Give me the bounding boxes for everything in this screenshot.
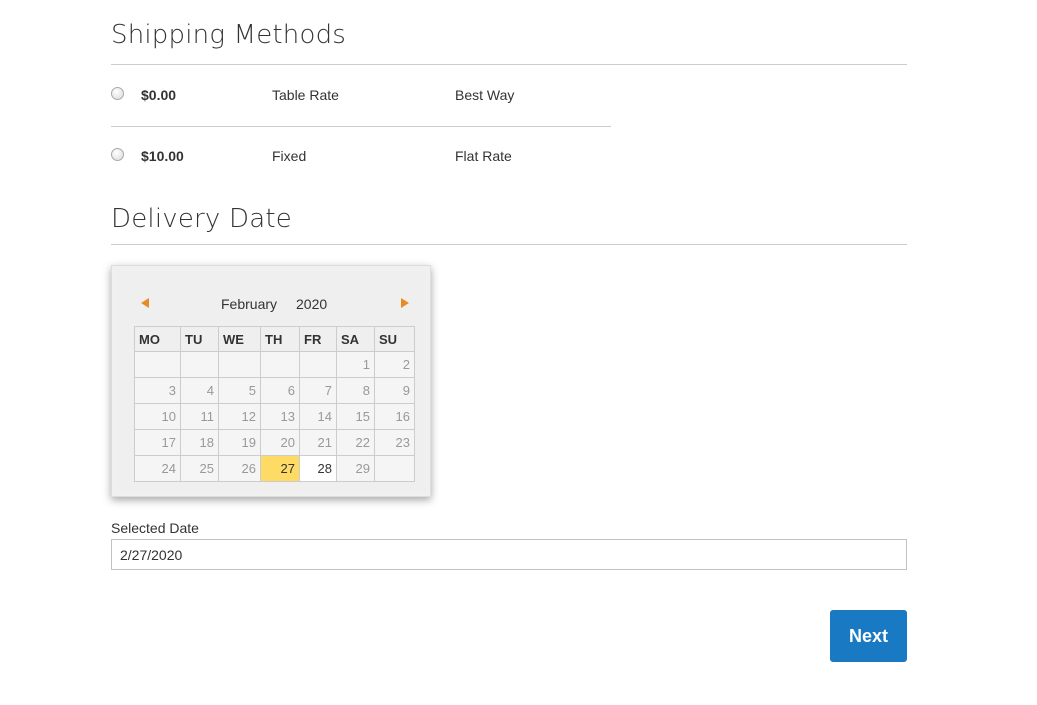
shipping-method-price: $10.00 xyxy=(141,148,184,164)
selected-date-input[interactable] xyxy=(111,539,907,570)
calendar-day: 17 xyxy=(134,429,181,456)
calendar-day: 3 xyxy=(134,377,181,404)
calendar-week-row: 17 18 19 20 21 22 23 xyxy=(134,429,415,456)
calendar-day: 6 xyxy=(260,377,300,404)
calendar-day: 10 xyxy=(134,403,181,430)
calendar-empty-cell xyxy=(180,351,219,378)
calendar-day: 7 xyxy=(299,377,337,404)
calendar-day: 2 xyxy=(374,351,415,378)
weekday-header: SA xyxy=(336,326,375,352)
calendar-month: February xyxy=(221,296,278,312)
shipping-method-name: Table Rate xyxy=(272,87,339,103)
calendar-empty-cell xyxy=(299,351,337,378)
weekday-header: WE xyxy=(218,326,261,352)
calendar-day: 22 xyxy=(336,429,375,456)
calendar-day[interactable]: 28 xyxy=(299,455,337,482)
calendar-day: 15 xyxy=(336,403,375,430)
calendar-empty-cell xyxy=(134,351,181,378)
next-month-arrow-icon[interactable] xyxy=(401,298,409,308)
calendar-empty-cell xyxy=(260,351,300,378)
calendar-week-row: 12 xyxy=(134,351,415,378)
calendar-day: 21 xyxy=(299,429,337,456)
date-picker-calendar: February 2020 MO TU WE TH FR SA SU 12345… xyxy=(111,265,431,497)
shipping-method-name: Fixed xyxy=(272,148,307,164)
shipping-method-radio[interactable] xyxy=(111,87,124,100)
calendar-week-row: 24 25 26 27 28 29 xyxy=(134,455,415,482)
calendar-day: 18 xyxy=(180,429,219,456)
calendar-day: 4 xyxy=(180,377,219,404)
shipping-method-price: $0.00 xyxy=(141,87,177,103)
weekday-header-row: MO TU WE TH FR SA SU xyxy=(134,326,415,352)
calendar-day: 20 xyxy=(260,429,300,456)
calendar-day: 26 xyxy=(218,455,261,482)
calendar-day: 12 xyxy=(218,403,261,430)
next-button[interactable]: Next xyxy=(830,610,907,662)
calendar-week-row: 3456789 xyxy=(134,377,415,404)
calendar-empty-cell xyxy=(218,351,261,378)
calendar-day: 29 xyxy=(336,455,375,482)
weekday-header: TU xyxy=(180,326,219,352)
calendar-empty-cell xyxy=(374,455,415,482)
shipping-method-row[interactable]: $0.00 Table Rate Best Way xyxy=(111,65,611,127)
calendar-day: 1 xyxy=(336,351,375,378)
calendar-body: February 2020 MO TU WE TH FR SA SU 12345… xyxy=(116,270,426,492)
calendar-day: 24 xyxy=(134,455,181,482)
calendar-day: 11 xyxy=(180,403,219,430)
delivery-date-title: Delivery Date xyxy=(111,204,907,245)
calendar-day: 23 xyxy=(374,429,415,456)
calendar-day: 13 xyxy=(260,403,300,430)
selected-date-label: Selected Date xyxy=(111,520,199,536)
calendar-day: 25 xyxy=(180,455,219,482)
calendar-day[interactable]: 27 xyxy=(260,455,300,482)
weekday-header: TH xyxy=(260,326,300,352)
weekday-header: FR xyxy=(299,326,337,352)
prev-month-arrow-icon[interactable] xyxy=(141,298,149,308)
calendar-day: 9 xyxy=(374,377,415,404)
calendar-days: 1 2 3 4 5 6 7 8 9 10 11 12 13 14 15 16 17 18 19 20 21 22 23 24 2… xyxy=(134,351,415,482)
shipping-method-row[interactable]: $10.00 Fixed Flat Rate xyxy=(111,126,611,187)
shipping-method-carrier: Best Way xyxy=(455,87,515,103)
shipping-methods-title: Shipping Methods xyxy=(111,20,907,65)
calendar-year: 2020 xyxy=(296,296,328,312)
calendar-day: 19 xyxy=(218,429,261,456)
calendar-day: 16 xyxy=(374,403,415,430)
calendar-week-row: 10 11 12 13 14 15 16 xyxy=(134,403,415,430)
shipping-method-carrier: Flat Rate xyxy=(455,148,512,164)
calendar-day: 14 xyxy=(299,403,337,430)
weekday-header: SU xyxy=(374,326,415,352)
weekday-header: MO xyxy=(134,326,181,352)
shipping-method-radio[interactable] xyxy=(111,148,124,161)
calendar-day: 5 xyxy=(218,377,261,404)
calendar-grid: MO TU WE TH FR SA SU 1 2 3 4 5 6 7 8 9 10 11 12 13 14… xyxy=(134,326,415,482)
calendar-day: 8 xyxy=(336,377,375,404)
